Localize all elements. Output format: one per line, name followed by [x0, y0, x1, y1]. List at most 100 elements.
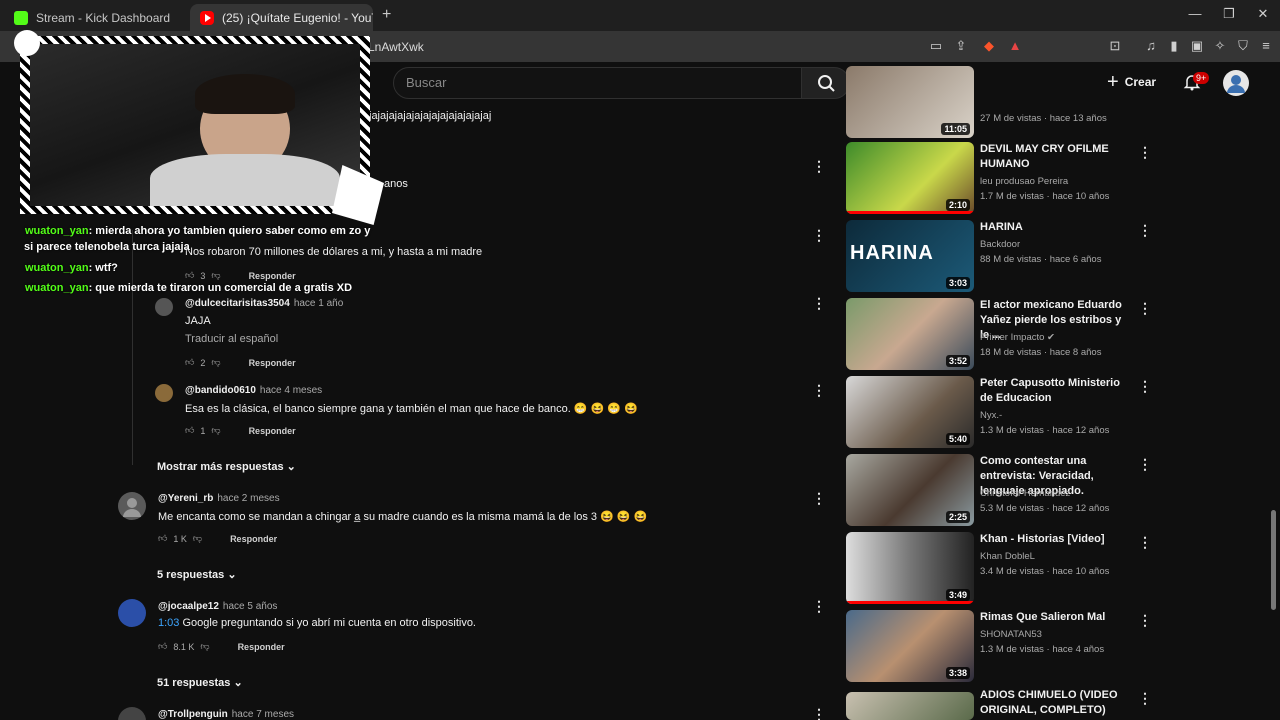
video-channel[interactable]: SHONATAN53: [980, 629, 1042, 640]
related-video[interactable]: 11:05 27 M de vistas · hace 13 años: [846, 66, 1146, 138]
search-button[interactable]: [801, 67, 850, 99]
comment-menu-icon[interactable]: ⋮: [812, 490, 826, 506]
video-thumbnail[interactable]: HARINA 3:03: [846, 220, 974, 292]
comment-author[interactable]: @dulcecitarisitas3504 hace 1 año: [185, 298, 343, 309]
like-icon[interactable]: 👍︎: [185, 357, 194, 368]
comment-author[interactable]: @bandido0610 hace 4 meses: [185, 385, 322, 396]
video-menu-icon[interactable]: ⋮: [1138, 378, 1152, 395]
related-video[interactable]: 3:38 Rimas Que Salieron Mal SHONATAN53 1…: [846, 610, 1152, 682]
video-menu-icon[interactable]: ⋮: [1138, 222, 1152, 239]
new-tab-button[interactable]: +: [382, 6, 391, 24]
vpn-icon[interactable]: ⛉: [1235, 38, 1251, 54]
dislike-icon[interactable]: 👎︎: [211, 270, 220, 281]
reply-button[interactable]: Responder: [249, 271, 296, 281]
search-input[interactable]: Buscar: [393, 67, 802, 99]
video-title[interactable]: HARINA: [980, 220, 1132, 235]
related-video[interactable]: 2:10 DEVIL MAY CRY OFILME HUMANO leu pro…: [846, 142, 1152, 214]
video-menu-icon[interactable]: ⋮: [1138, 534, 1152, 551]
comment-menu-icon[interactable]: ⋮: [812, 227, 826, 243]
dislike-icon[interactable]: 👎︎: [211, 425, 220, 436]
music-icon[interactable]: ♫: [1143, 38, 1159, 54]
video-title[interactable]: DEVIL MAY CRY OFILME HUMANO: [980, 142, 1132, 172]
avatar[interactable]: [155, 384, 173, 402]
related-video[interactable]: 3:52 El actor mexicano Eduardo Yañez pie…: [846, 298, 1152, 370]
video-title[interactable]: Peter Capusotto Ministerio de Educacion: [980, 376, 1132, 406]
reply-button[interactable]: Responder: [238, 642, 285, 652]
restore-icon[interactable]: ❐: [1219, 6, 1239, 22]
extension-icon[interactable]: ⊡: [1107, 38, 1123, 54]
video-channel[interactable]: Khan DobleL: [980, 551, 1035, 562]
dislike-icon[interactable]: 👎︎: [200, 641, 209, 652]
comment-author[interactable]: @jocaalpe12 hace 5 años: [158, 601, 277, 612]
comment-menu-icon[interactable]: ⋮: [812, 295, 826, 311]
minimize-icon[interactable]: —: [1185, 6, 1205, 21]
comment-menu-icon[interactable]: ⋮: [812, 706, 826, 720]
translate-link[interactable]: Traducir al español: [185, 333, 278, 345]
like-icon[interactable]: 👍︎: [185, 270, 194, 281]
leo-ai-icon[interactable]: ✧: [1212, 38, 1228, 54]
video-thumbnail[interactable]: 2:10: [846, 142, 974, 214]
related-video[interactable]: HARINA 3:03 HARINA Backdoor 88 M de vist…: [846, 220, 1152, 292]
comment-menu-icon[interactable]: ⋮: [812, 598, 826, 614]
show-more-replies-button[interactable]: Mostrar más respuestas ⌄: [157, 460, 296, 473]
cast-icon[interactable]: ▭: [928, 38, 944, 54]
video-title[interactable]: Rimas Que Salieron Mal: [980, 610, 1132, 625]
avatar[interactable]: [118, 492, 146, 520]
related-video[interactable]: ADIOS CHIMUELO (VIDEO ORIGINAL, COMPLETO…: [846, 688, 1152, 720]
pixel-border: [20, 36, 370, 44]
replies-toggle-button[interactable]: 51 respuestas ⌄: [157, 676, 243, 689]
video-thumbnail[interactable]: 5:40: [846, 376, 974, 448]
wallet-icon[interactable]: ▣: [1189, 38, 1205, 54]
comment-menu-icon[interactable]: ⋮: [812, 382, 826, 398]
video-channel[interactable]: leu produsao Pereira: [980, 176, 1068, 187]
avatar[interactable]: [155, 298, 173, 316]
related-video[interactable]: 3:49 Khan - Historias [Video] Khan Doble…: [846, 532, 1152, 604]
rewards-icon[interactable]: ▲: [1007, 38, 1023, 54]
video-channel[interactable]: Nyx.-: [980, 410, 1002, 421]
replies-toggle-button[interactable]: 5 respuestas ⌄: [157, 568, 237, 581]
video-menu-icon[interactable]: ⋮: [1138, 690, 1152, 707]
avatar[interactable]: [118, 707, 146, 720]
tab-kick-dashboard[interactable]: Stream - Kick Dashboard: [4, 4, 188, 31]
related-video[interactable]: 2:25 Como contestar una entrevista: Vera…: [846, 454, 1152, 526]
create-button[interactable]: + Crear: [1107, 72, 1156, 92]
like-icon[interactable]: 👍︎: [158, 533, 167, 544]
reply-button[interactable]: Responder: [249, 426, 296, 436]
video-menu-icon[interactable]: ⋮: [1138, 300, 1152, 317]
page-scrollbar[interactable]: [1271, 510, 1276, 610]
related-video[interactable]: 5:40 Peter Capusotto Ministerio de Educa…: [846, 376, 1152, 448]
video-menu-icon[interactable]: ⋮: [1138, 456, 1152, 473]
menu-icon[interactable]: ≡: [1258, 38, 1274, 54]
comment-author[interactable]: @Trollpenguin hace 7 meses: [158, 709, 294, 720]
address-bar[interactable]: LnAwtXwk: [368, 40, 424, 54]
video-thumbnail[interactable]: 3:49: [846, 532, 974, 604]
reply-button[interactable]: Responder: [249, 358, 296, 368]
video-thumbnail[interactable]: 3:52: [846, 298, 974, 370]
video-menu-icon[interactable]: ⋮: [1138, 144, 1152, 161]
video-channel[interactable]: Primer Impacto ✔: [980, 332, 1055, 343]
reply-button[interactable]: Responder: [230, 534, 277, 544]
sidebar-icon[interactable]: ▮: [1166, 38, 1182, 54]
video-thumbnail[interactable]: 11:05: [846, 66, 974, 138]
account-avatar[interactable]: [1223, 70, 1249, 96]
dislike-icon[interactable]: 👎︎: [193, 533, 202, 544]
video-title[interactable]: ADIOS CHIMUELO (VIDEO ORIGINAL, COMPLETO…: [980, 688, 1132, 718]
like-icon[interactable]: 👍︎: [158, 641, 167, 652]
video-thumbnail[interactable]: 3:38: [846, 610, 974, 682]
brave-shield-icon[interactable]: ◆: [981, 38, 997, 54]
avatar[interactable]: [118, 599, 146, 627]
tab-youtube[interactable]: (25) ¡Quítate Eugenio! - YouTube ✕: [190, 4, 373, 31]
window-close-icon[interactable]: ✕: [1253, 6, 1273, 22]
video-title[interactable]: Khan - Historias [Video]: [980, 532, 1132, 547]
video-channel[interactable]: Christofer Hernandez: [980, 488, 1070, 499]
timestamp-link[interactable]: 1:03: [158, 617, 179, 629]
dislike-icon[interactable]: 👎︎: [211, 357, 220, 368]
comment-author[interactable]: @Yereni_rb hace 2 meses: [158, 493, 280, 504]
video-thumbnail[interactable]: 2:25: [846, 454, 974, 526]
video-thumbnail[interactable]: [846, 692, 974, 720]
video-menu-icon[interactable]: ⋮: [1138, 612, 1152, 629]
comment-menu-icon[interactable]: ⋮: [812, 158, 826, 174]
like-icon[interactable]: 👍︎: [185, 425, 194, 436]
video-channel[interactable]: Backdoor: [980, 239, 1020, 250]
share-icon[interactable]: ⇪: [953, 38, 969, 54]
